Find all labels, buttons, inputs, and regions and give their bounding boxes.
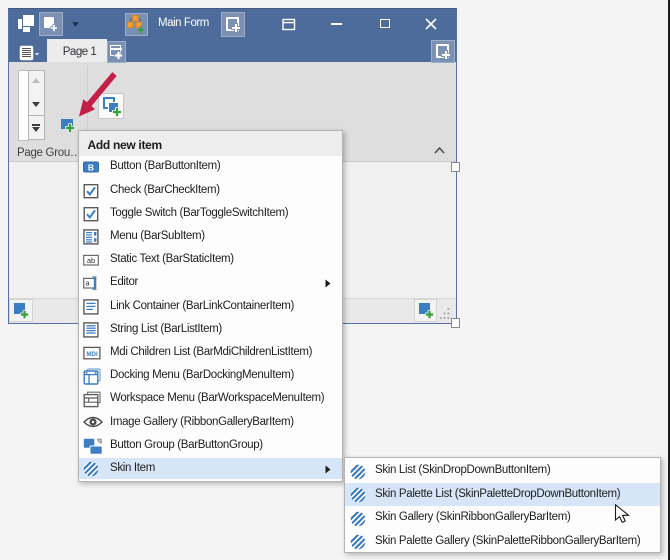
svg-text:MDI: MDI [86, 351, 98, 358]
svg-text:B: B [88, 163, 94, 173]
svg-text:ab: ab [87, 256, 95, 265]
